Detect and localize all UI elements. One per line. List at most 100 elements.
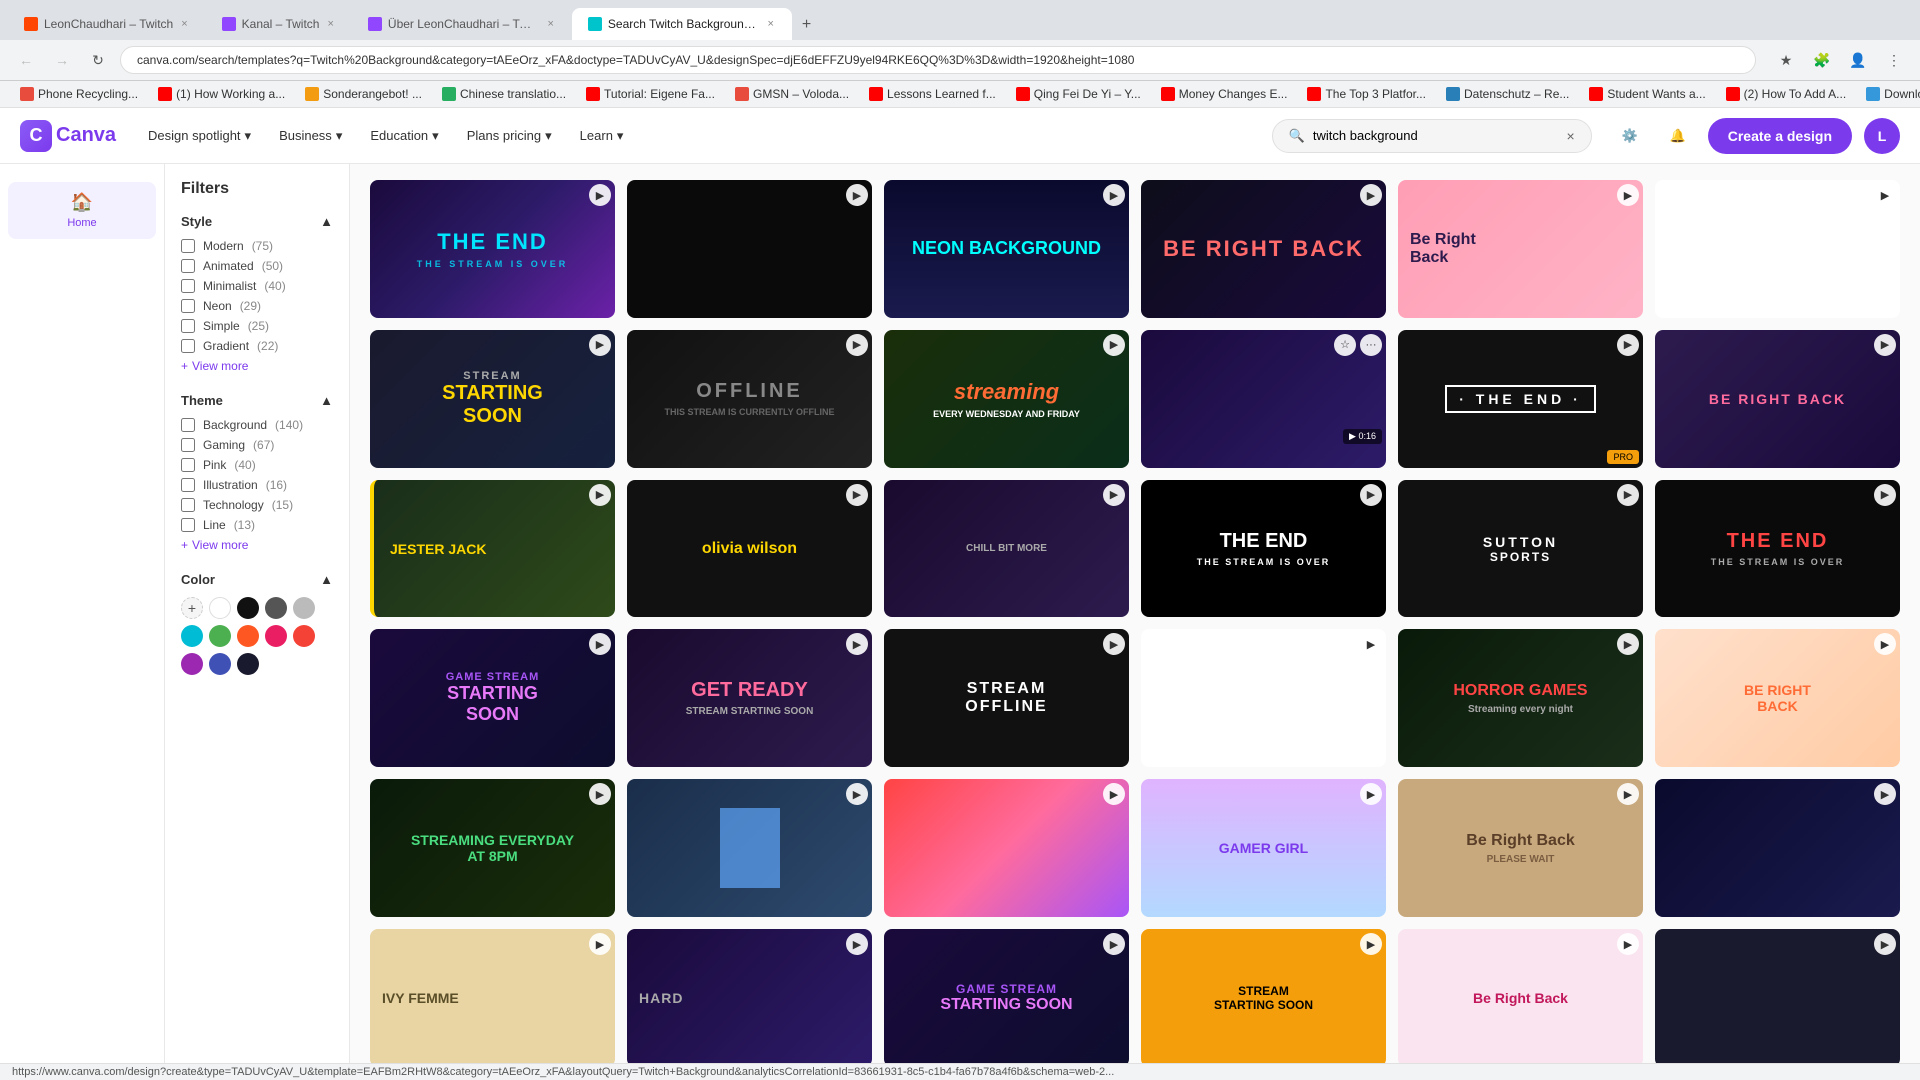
bookmark-lessons[interactable]: Lessons Learned f... bbox=[861, 85, 1004, 103]
template-card-16[interactable]: THE END THE STREAM IS OVER ▶ bbox=[1141, 480, 1386, 618]
template-card-5[interactable]: Be Right Back ▶ bbox=[1398, 180, 1643, 318]
notifications-icon-button[interactable]: 🔔 bbox=[1660, 118, 1696, 154]
back-button[interactable]: ← bbox=[12, 46, 40, 74]
address-input[interactable] bbox=[120, 46, 1756, 74]
filter-animated-checkbox[interactable] bbox=[181, 259, 195, 273]
template-card-31[interactable]: IVY FEMME ▶ bbox=[370, 929, 615, 1067]
template-card-6[interactable]: ▶ bbox=[1655, 180, 1900, 318]
card-animate-button-31[interactable]: ▶ bbox=[589, 933, 611, 955]
template-card-13[interactable]: JESTER JACK ▶ bbox=[370, 480, 615, 618]
color-swatch-indigo[interactable] bbox=[209, 653, 231, 675]
filter-gaming-checkbox[interactable] bbox=[181, 438, 195, 452]
bookmark-gmsn[interactable]: GMSN – Voloda... bbox=[727, 85, 857, 103]
template-card-26[interactable]: ▶ bbox=[627, 779, 872, 917]
filter-technology[interactable]: Technology (15) bbox=[181, 498, 333, 512]
more-icon-10[interactable]: ··· bbox=[1360, 334, 1382, 356]
template-card-15[interactable]: CHILL BIT MORE ▶ bbox=[884, 480, 1129, 618]
bookmark-datenschutz[interactable]: Datenschutz – Re... bbox=[1438, 85, 1577, 103]
bookmark-how-working[interactable]: (1) How Working a... bbox=[150, 85, 293, 103]
card-animate-button-30[interactable]: ▶ bbox=[1874, 783, 1896, 805]
bookmark-button[interactable]: ★ bbox=[1772, 46, 1800, 74]
card-animate-button-27[interactable]: ▶ bbox=[1103, 783, 1125, 805]
card-animate-button-19[interactable]: ▶ bbox=[589, 633, 611, 655]
template-card-10[interactable]: ☆ ··· ▶ 0:16 bbox=[1141, 330, 1386, 468]
card-animate-button-9[interactable]: ▶ bbox=[1103, 334, 1125, 356]
bookmark-sonderangebot[interactable]: Sonderangebot! ... bbox=[297, 85, 430, 103]
template-card-17[interactable]: SUTTON SPORTS ▶ bbox=[1398, 480, 1643, 618]
card-animate-button-3[interactable]: ▶ bbox=[1103, 184, 1125, 206]
card-animate-button-17[interactable]: ▶ bbox=[1617, 484, 1639, 506]
bookmark-qing-fei[interactable]: Qing Fei De Yi – Y... bbox=[1008, 85, 1149, 103]
reload-button[interactable]: ↻ bbox=[84, 46, 112, 74]
card-animate-button-20[interactable]: ▶ bbox=[846, 633, 868, 655]
filter-line[interactable]: Line (13) bbox=[181, 518, 333, 532]
card-animate-button-36[interactable]: ▶ bbox=[1874, 933, 1896, 955]
menu-button[interactable]: ⋮ bbox=[1880, 46, 1908, 74]
bookmark-phone-recycling[interactable]: Phone Recycling... bbox=[12, 85, 146, 103]
card-animate-button-5[interactable]: ▶ bbox=[1617, 184, 1639, 206]
tab-3-close[interactable]: × bbox=[545, 16, 555, 32]
template-card-11[interactable]: · THE END · PRO ▶ bbox=[1398, 330, 1643, 468]
bookmark-how-to-add[interactable]: (2) How To Add A... bbox=[1718, 85, 1855, 103]
filter-pink-checkbox[interactable] bbox=[181, 458, 195, 472]
filter-animated[interactable]: Animated (50) bbox=[181, 259, 333, 273]
template-card-29[interactable]: Be Right Back PLEASE WAIT ▶ bbox=[1398, 779, 1643, 917]
tab-3[interactable]: Über LeonChaudhari – Twitch × bbox=[352, 8, 572, 40]
color-swatch-light-gray[interactable] bbox=[293, 597, 315, 619]
card-animate-button-12[interactable]: ▶ bbox=[1874, 334, 1896, 356]
filter-pink[interactable]: Pink (40) bbox=[181, 458, 333, 472]
template-card-9[interactable]: streaming EVERY WEDNESDAY AND FRIDAY ▶ bbox=[884, 330, 1129, 468]
card-animate-button-1[interactable]: ▶ bbox=[589, 184, 611, 206]
sidebar-item-home[interactable]: 🏠 Home bbox=[8, 182, 156, 239]
card-animate-button-29[interactable]: ▶ bbox=[1617, 783, 1639, 805]
card-animate-button-23[interactable]: ▶ bbox=[1617, 633, 1639, 655]
filter-color-header[interactable]: Color ▲ bbox=[181, 572, 333, 587]
filter-theme-header[interactable]: Theme ▲ bbox=[181, 393, 333, 408]
template-card-28[interactable]: GAMER GIRL ▶ bbox=[1141, 779, 1386, 917]
bookmark-chinese[interactable]: Chinese translatio... bbox=[434, 85, 574, 103]
color-swatch-dark-navy[interactable] bbox=[237, 653, 259, 675]
filter-gradient-checkbox[interactable] bbox=[181, 339, 195, 353]
filter-style-header[interactable]: Style ▲ bbox=[181, 214, 333, 229]
card-animate-button-34[interactable]: ▶ bbox=[1360, 933, 1382, 955]
color-add-swatch[interactable]: + bbox=[181, 597, 203, 619]
card-animate-button-2[interactable]: ▶ bbox=[846, 184, 868, 206]
tab-1-close[interactable]: × bbox=[179, 16, 189, 32]
template-card-30[interactable]: ▶ bbox=[1655, 779, 1900, 917]
template-card-20[interactable]: GET READY STREAM STARTING SOON ▶ bbox=[627, 629, 872, 767]
filter-modern-checkbox[interactable] bbox=[181, 239, 195, 253]
extensions-button[interactable]: 🧩 bbox=[1808, 46, 1836, 74]
profile-button[interactable]: 👤 bbox=[1844, 46, 1872, 74]
color-swatch-cyan[interactable] bbox=[181, 625, 203, 647]
filter-illustration[interactable]: Illustration (16) bbox=[181, 478, 333, 492]
forward-button[interactable]: → bbox=[48, 46, 76, 74]
card-animate-button-7[interactable]: ▶ bbox=[589, 334, 611, 356]
tab-2[interactable]: Kanal – Twitch × bbox=[206, 8, 352, 40]
filter-simple[interactable]: Simple (25) bbox=[181, 319, 333, 333]
template-card-22[interactable]: ▶ bbox=[1141, 629, 1386, 767]
card-animate-button-14[interactable]: ▶ bbox=[846, 484, 868, 506]
card-animate-button-4[interactable]: ▶ bbox=[1360, 184, 1382, 206]
bookmark-student[interactable]: Student Wants a... bbox=[1581, 85, 1713, 103]
template-card-23[interactable]: HORROR GAMES Streaming every night ▶ bbox=[1398, 629, 1643, 767]
bookmark-money[interactable]: Money Changes E... bbox=[1153, 85, 1296, 103]
color-swatch-white[interactable] bbox=[209, 597, 231, 619]
canva-logo[interactable]: C Canva bbox=[20, 120, 116, 152]
template-card-2[interactable]: ▶ bbox=[627, 180, 872, 318]
user-avatar[interactable]: L bbox=[1864, 118, 1900, 154]
star-icon-10[interactable]: ☆ bbox=[1334, 334, 1356, 356]
card-animate-button-32[interactable]: ▶ bbox=[846, 933, 868, 955]
nav-plans-pricing[interactable]: Plans pricing ▾ bbox=[455, 122, 564, 150]
card-animate-button-28[interactable]: ▶ bbox=[1360, 783, 1382, 805]
color-swatch-purple[interactable] bbox=[181, 653, 203, 675]
template-card-8[interactable]: OFFLINE THIS STREAM IS CURRENTLY OFFLINE… bbox=[627, 330, 872, 468]
card-animate-button-24[interactable]: ▶ bbox=[1874, 633, 1896, 655]
create-design-button[interactable]: Create a design bbox=[1708, 118, 1852, 154]
template-card-12[interactable]: BE RIGHT BACK ▶ bbox=[1655, 330, 1900, 468]
card-animate-button-6[interactable]: ▶ bbox=[1874, 184, 1896, 206]
card-animate-button-16[interactable]: ▶ bbox=[1360, 484, 1382, 506]
bookmark-top3[interactable]: The Top 3 Platfor... bbox=[1299, 85, 1434, 103]
nav-business[interactable]: Business ▾ bbox=[267, 122, 354, 150]
filter-simple-checkbox[interactable] bbox=[181, 319, 195, 333]
template-card-7[interactable]: STREAM STARTING SOON ▶ bbox=[370, 330, 615, 468]
